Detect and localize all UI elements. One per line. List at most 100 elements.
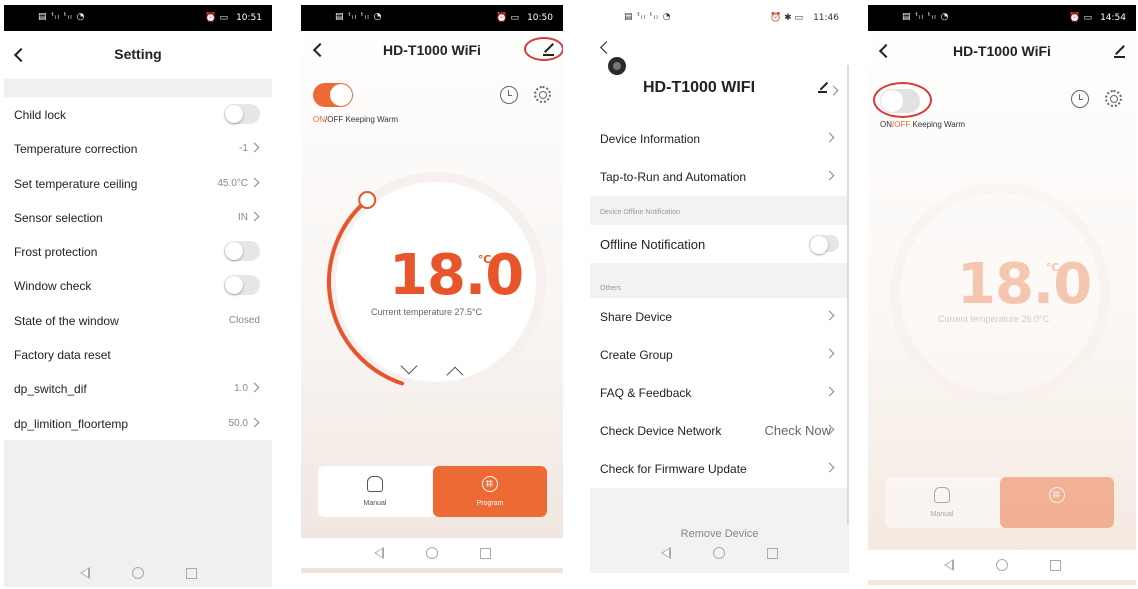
settings-row[interactable]: Set temperature ceiling 45.0°C [4,166,272,200]
page-title: Setting [114,46,162,62]
settings-row[interactable]: dp_limition_floortemp 50.0 [4,406,272,440]
nav-back-icon[interactable] [943,559,954,571]
scrollbar[interactable] [847,65,849,525]
alarm-bluetooth-battery-icons: ⏰ ✱ ▭ [770,13,803,23]
settings-row[interactable]: Sensor selection IN [4,200,272,234]
nav-recent-icon[interactable] [767,547,778,559]
gear-icon[interactable] [1105,90,1122,107]
menu-row-label: Device Information [600,132,701,146]
status-bar: ▤ ᵗᵢₗ ᵗᵢₗ ◔ 14:54 ⏰ ▭ [868,5,1136,31]
settings-toggle[interactable] [224,104,260,124]
chevron-right-icon [824,132,835,143]
settings-row[interactable]: Frost protection [4,234,272,268]
settings-toggle[interactable] [224,241,260,262]
program-button[interactable]: Program [433,466,547,517]
manual-button[interactable]: Manual [885,477,999,528]
back-icon[interactable] [600,41,613,54]
settings-row-value: 1.0 [234,383,248,395]
others-section-header: Others [600,285,622,292]
settings-row-label: Frost protection [14,245,98,260]
settings-row[interactable]: State of the window Closed [4,303,272,337]
program-button[interactable] [1000,477,1114,528]
settings-row-value: -1 [239,143,248,155]
nav-home-icon[interactable] [425,547,438,559]
set-temperature: 18.0 [957,252,1092,317]
signal-wifi-icons: ▤ ᵗᵢₗ ᵗᵢₗ ◔ [624,12,672,22]
clock-icon[interactable] [1071,90,1089,108]
menu-row-label: Tap-to-Run and Automation [600,170,747,184]
settings-row-value: Closed [228,314,260,326]
chevron-right-icon [824,348,835,359]
settings-row[interactable]: Child lock [4,97,272,131]
on-label: ON [880,120,892,129]
menu-row[interactable]: Check for Firmware Update [590,450,849,488]
menu-row-label: Check for Firmware Update [600,462,747,476]
menu-row[interactable]: Create Group [590,336,849,374]
chevron-right-icon [824,386,835,397]
settings-row-value: 45.0°C [217,177,248,189]
system-nav-bar [868,550,1136,580]
power-caption: ON/OFF Keeping Warm [880,120,965,129]
chevron-right-icon [249,177,260,188]
settings-row[interactable]: dp_switch_dif 1.0 [4,371,272,405]
edit-icon[interactable] [1112,43,1128,59]
nav-back-icon[interactable] [661,547,671,559]
nav-home-icon[interactable] [995,559,1008,571]
menu-row[interactable]: Tap-to-Run and Automation [590,158,849,196]
hand-icon [934,487,950,503]
nav-recent-icon[interactable] [1049,559,1061,571]
chevron-right-icon [249,417,260,428]
status-bar: ▤ ᵗᵢₗ ᵗᵢₗ ◔ 10:51 ⏰ ▭ [4,5,272,31]
chevron-right-icon [249,142,260,153]
menu-row[interactable]: Check Device Network Check Now [590,412,849,450]
settings-row-label: dp_switch_dif [14,382,87,397]
nav-back-icon[interactable] [373,547,384,559]
settings-row-label: Window check [14,279,92,294]
system-nav-bar [4,558,272,587]
manual-label: Manual [363,500,387,507]
settings-toggle[interactable] [224,275,260,296]
alarm-battery-icons: ⏰ ▭ [1069,13,1092,23]
chevron-right-icon [824,310,835,321]
manual-button[interactable]: Manual [318,466,432,517]
settings-screen: ▤ ᵗᵢₗ ᵗᵢₗ ◔ 10:51 ⏰ ▭ Setting Child lock… [4,5,272,587]
nav-recent-icon[interactable] [185,567,197,579]
nav-home-icon[interactable] [713,547,725,559]
dial-knob[interactable] [358,191,377,210]
current-temperature: Current temperature 27.5°C [371,307,483,317]
chevron-right-icon [249,382,260,393]
menu-row[interactable]: Device Information [590,120,849,158]
nav-recent-icon[interactable] [479,547,491,559]
settings-row[interactable]: Window check [4,268,272,302]
chevron-right-icon [824,170,835,181]
device-title: HD-T1000 WiFi [953,43,1051,59]
thermostat-screen-off: ▤ ᵗᵢₗ ᵗᵢₗ ◔ 14:54 ⏰ ▭ HD-T1000 WiFi ON/O… [868,5,1136,585]
device-header [590,31,849,123]
chevron-right-icon [249,211,260,222]
others-section: Share Device Create Group FAQ & Feedback Ch… [590,298,849,488]
menu-row-label: Share Device [600,310,673,324]
mode-selector: Manual Program [318,466,547,517]
device-menu-screen: ▤ ᵗᵢₗ ᵗᵢₗ ◔ 11:46 ⏰ ✱ ▭ HD-T1000 WIFI De… [590,5,849,573]
device-section: Device Information Tap-to-Run and Automat… [590,120,849,196]
temperature-unit: ℃ [1046,262,1060,274]
hand-icon [367,476,383,492]
menu-row-value[interactable]: Check Now [765,423,831,438]
manual-label: Manual [930,511,954,518]
settings-row-label: Child lock [14,108,67,122]
settings-row-label: State of the window [14,313,119,328]
menu-row[interactable]: FAQ & Feedback [590,374,849,412]
settings-row[interactable]: Temperature correction -1 [4,131,272,165]
settings-row-value: 50.0 [228,417,248,429]
system-nav-bar [301,538,563,568]
app-header: Setting [4,31,272,79]
settings-row[interactable]: Factory data reset [4,337,272,371]
alarm-battery-icons: ⏰ ▭ [205,13,228,23]
offline-notification-row[interactable]: Offline Notification [590,225,849,263]
offline-notification-toggle[interactable] [809,235,839,254]
settings-row-label: Temperature correction [14,142,138,157]
nav-home-icon[interactable] [131,567,144,579]
nav-back-icon[interactable] [79,567,90,579]
menu-row-label: FAQ & Feedback [600,386,692,400]
menu-row[interactable]: Share Device [590,298,849,336]
